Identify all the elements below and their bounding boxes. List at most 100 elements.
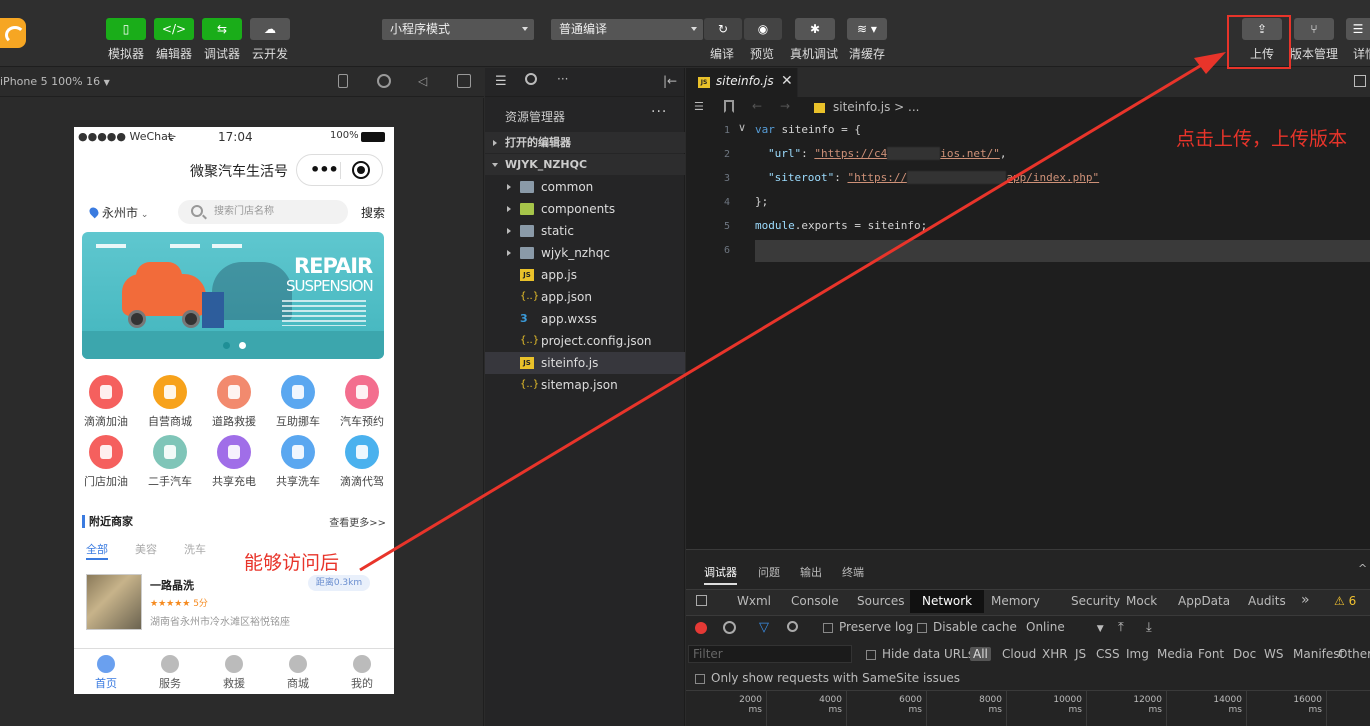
more-dots-icon[interactable]: •••	[310, 160, 339, 179]
file-tree-item[interactable]: common	[485, 176, 685, 198]
view-more-link[interactable]: 查看更多>>	[329, 514, 386, 529]
file-tree-item[interactable]: wjyk_nzhqc	[485, 242, 685, 264]
service-item[interactable]: 二手汽车	[140, 435, 200, 489]
search-icon[interactable]	[787, 621, 798, 632]
search-icon[interactable]	[525, 73, 537, 85]
file-tree-item[interactable]: components	[485, 198, 685, 220]
devtools-tab[interactable]: Memory	[991, 594, 1040, 608]
warnings-badge[interactable]: ⚠ 6	[1334, 594, 1356, 608]
filter-all-button[interactable]: All	[970, 647, 991, 661]
list-icon[interactable]: ☰	[495, 74, 507, 89]
devtools-panel-tab[interactable]: 调试器	[704, 564, 737, 585]
devtools-tab[interactable]: Wxml	[737, 594, 771, 608]
forward-arrow-icon[interactable]: →	[780, 99, 790, 113]
tabbar-item[interactable]: 首页	[74, 655, 138, 691]
resource-type-filter[interactable]: Other	[1338, 647, 1370, 661]
export-har-icon[interactable]: ⤓	[1146, 620, 1152, 635]
filter-funnel-icon[interactable]: ▽	[759, 620, 769, 635]
clear-cache-button[interactable]: ≋ ▾	[847, 18, 887, 40]
more-icon[interactable]: ···	[557, 72, 568, 86]
file-tree-item[interactable]: JS siteinfo.js	[485, 352, 685, 374]
tabbar-item[interactable]: 服务	[138, 655, 202, 691]
tab-beauty[interactable]: 美容	[135, 541, 157, 557]
inspect-element-icon[interactable]	[696, 595, 707, 606]
fold-chevron-icon[interactable]: ∨	[738, 121, 746, 134]
service-item[interactable]: 共享充电	[204, 435, 264, 489]
devtools-tab[interactable]: Audits	[1248, 594, 1286, 608]
disable-cache-checkbox[interactable]: Disable cache	[917, 620, 1017, 634]
service-item[interactable]: 滴滴代驾	[332, 435, 392, 489]
tabbar-item[interactable]: 商城	[266, 655, 330, 691]
devtools-panel-tab[interactable]: 问题	[758, 564, 780, 580]
breadcrumb-path[interactable]: siteinfo.js > ...	[833, 100, 920, 114]
more-tabs-icon[interactable]: »	[1301, 592, 1310, 608]
mode-select[interactable]: 小程序模式	[382, 19, 534, 40]
editor-tab-siteinfo[interactable]: JS siteinfo.js ✕	[686, 68, 798, 97]
collapse-panel-icon[interactable]: |←	[663, 74, 677, 88]
split-editor-icon[interactable]	[1354, 75, 1366, 87]
devtools-panel-tab[interactable]: 输出	[800, 564, 822, 580]
collapse-chevron-icon[interactable]: ^	[1358, 562, 1367, 575]
tab-all[interactable]: 全部	[86, 541, 108, 557]
close-target-icon[interactable]	[352, 161, 370, 179]
file-tree-item[interactable]: JS app.js	[485, 264, 685, 286]
samesite-checkbox[interactable]: Only show requests with SameSite issues	[695, 671, 960, 685]
file-tree-item[interactable]: {..} app.json	[485, 286, 685, 308]
back-arrow-icon[interactable]: ←	[752, 99, 762, 113]
simulator-toggle-button[interactable]: ▯	[106, 18, 146, 40]
resource-type-filter[interactable]: XHR	[1042, 647, 1068, 661]
devtools-panel-tab[interactable]: 终端	[842, 564, 864, 580]
volume-icon[interactable]: ◁	[418, 74, 432, 88]
banner-indicator-dot[interactable]	[223, 342, 230, 349]
network-filter-input[interactable]: Filter	[688, 645, 852, 663]
file-tree-item[interactable]: static	[485, 220, 685, 242]
shop-list-item[interactable]: 一路晶洗 距离0.3km ★★★★★ 5分 湖南省永州市冷水滩区裕悦铭座	[86, 574, 386, 632]
preserve-log-checkbox[interactable]: Preserve log	[823, 620, 913, 634]
service-item[interactable]: 道路救援	[204, 375, 264, 429]
import-har-icon[interactable]: ⤒	[1118, 620, 1124, 635]
resource-type-filter[interactable]: Manifest	[1293, 647, 1344, 661]
service-item[interactable]: 互助挪车	[268, 375, 328, 429]
version-manage-button[interactable]: ⑂	[1294, 18, 1334, 40]
record-icon[interactable]	[377, 74, 391, 88]
service-item[interactable]: 共享洗车	[268, 435, 328, 489]
devtools-tab[interactable]: Network	[910, 590, 985, 613]
tabbar-item[interactable]: 救援	[202, 655, 266, 691]
devtools-tab[interactable]: Console	[791, 594, 839, 608]
network-timeline[interactable]: 2000 ms 4000 ms 6000 ms 8000 ms 10000 ms 1200…	[686, 690, 1370, 726]
details-button[interactable]: ☰	[1346, 18, 1370, 40]
preview-button[interactable]: ◉	[744, 18, 782, 40]
editor-toggle-button[interactable]: </>	[154, 18, 194, 40]
service-item[interactable]: 滴滴加油	[76, 375, 136, 429]
cloud-dev-button[interactable]: ☁	[250, 18, 290, 40]
detach-window-icon[interactable]	[457, 74, 471, 88]
device-select[interactable]: iPhone 5 100% 16 ▼	[0, 75, 110, 88]
city-selector[interactable]: 永州市 ⌄	[87, 204, 148, 221]
resource-type-filter[interactable]: Font	[1198, 647, 1224, 661]
service-item[interactable]: 汽车预约	[332, 375, 392, 429]
file-tree-item[interactable]: {..} sitemap.json	[485, 374, 685, 396]
rotate-device-icon[interactable]	[338, 74, 348, 88]
devtools-tab[interactable]: Sources	[857, 594, 904, 608]
compile-button[interactable]: ↻	[704, 18, 742, 40]
service-item[interactable]: 门店加油	[76, 435, 136, 489]
resource-type-filter[interactable]: JS	[1075, 647, 1086, 661]
promo-banner[interactable]: REPAIR SUSPENSION	[82, 232, 384, 359]
tabbar-item[interactable]: 我的	[330, 655, 394, 691]
mini-program-capsule[interactable]: •••	[296, 154, 383, 186]
devtools-tab[interactable]: AppData	[1178, 594, 1230, 608]
hide-data-urls-checkbox[interactable]: Hide data URLs	[866, 647, 974, 661]
banner-indicator-dot-active[interactable]	[239, 342, 246, 349]
upload-button[interactable]: ⇪	[1242, 18, 1282, 40]
bookmark-icon[interactable]	[724, 100, 734, 113]
resource-type-filter[interactable]: CSS	[1096, 647, 1120, 661]
open-editors-section[interactable]: 打开的编辑器	[485, 132, 685, 153]
tab-car-wash[interactable]: 洗车	[184, 541, 206, 557]
resource-type-filter[interactable]: Doc	[1233, 647, 1256, 661]
debugger-toggle-button[interactable]: ⇆	[202, 18, 242, 40]
resource-type-filter[interactable]: Media	[1157, 647, 1193, 661]
close-icon[interactable]: ✕	[781, 73, 793, 89]
throttling-select[interactable]: Online ▼	[1026, 620, 1104, 634]
project-root-section[interactable]: WJYK_NZHQC	[485, 154, 685, 175]
real-device-debug-button[interactable]: ✱	[795, 18, 835, 40]
